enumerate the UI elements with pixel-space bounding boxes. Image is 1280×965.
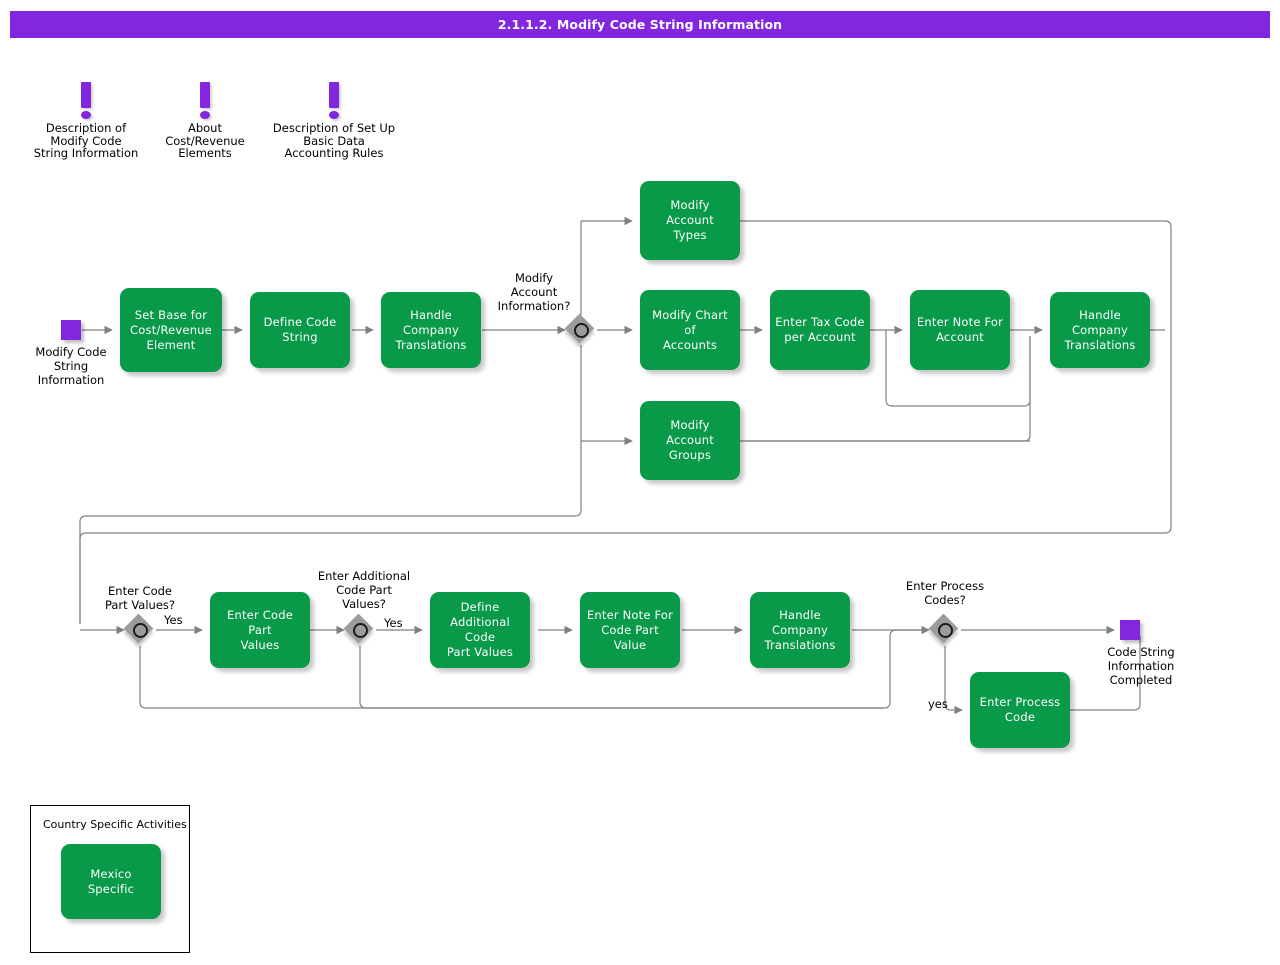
end-event[interactable] bbox=[1120, 620, 1140, 640]
task-label: Set Base for Cost/Revenue Element bbox=[130, 307, 212, 352]
task-set-base-for-cost-revenue-element[interactable]: Set Base for Cost/Revenue Element bbox=[120, 288, 222, 372]
gateway-enter-additional-code-part-values-label: Enter Additional Code Part Values? bbox=[317, 569, 411, 611]
task-define-additional-code-part-values[interactable]: Define Additional Code Part Values bbox=[430, 592, 530, 668]
task-enter-note-for-code-part-value[interactable]: Enter Note For Code Part Value bbox=[580, 592, 680, 668]
task-label: Define Additional Code Part Values bbox=[446, 600, 514, 659]
task-enter-code-part-values[interactable]: Enter Code Part Values bbox=[210, 592, 310, 668]
gateway-modify-account-information-label: Modify Account Information? bbox=[497, 271, 571, 313]
flow-accounttypes-returnloop bbox=[79, 220, 1172, 624]
flow-label-yes-code-part-values: Yes bbox=[164, 613, 183, 627]
task-label: Enter Code Part Values bbox=[227, 607, 293, 652]
task-label: Enter Note For Account bbox=[916, 315, 1004, 344]
task-label: Enter Process Code bbox=[979, 695, 1061, 724]
task-handle-company-translations-3[interactable]: Handle Company Translations bbox=[750, 592, 850, 668]
gateway-inclusive-circle-icon bbox=[574, 323, 589, 338]
task-modify-chart-of-accounts[interactable]: Modify Chart of Accounts bbox=[640, 290, 740, 370]
annotation-label: About Cost/Revenue Elements bbox=[165, 121, 245, 161]
gateway-enter-code-part-values-label: Enter Code Part Values? bbox=[104, 584, 176, 612]
flow-label-yes-additional-code-part-values: Yes bbox=[384, 616, 403, 630]
exclamation-icon bbox=[150, 78, 260, 122]
gateway-inclusive-circle-icon bbox=[353, 623, 368, 638]
gateway-inclusive-circle-icon bbox=[133, 623, 148, 638]
task-modify-account-groups[interactable]: Modify Account Groups bbox=[640, 401, 740, 480]
task-label: Handle Company Translations bbox=[395, 307, 467, 352]
annotation-label: Description of Modify Code String Inform… bbox=[33, 121, 139, 161]
end-event-label: Code String Information Completed bbox=[1107, 645, 1175, 687]
task-label: Mexico Specific bbox=[87, 866, 135, 896]
task-label: Modify Account Types bbox=[666, 198, 714, 242]
legend-country-specific-activities: Country Specific Activities Mexico Speci… bbox=[30, 805, 190, 953]
diagram-canvas: 2.1.1.2. Modify Code String Information bbox=[0, 0, 1280, 965]
task-label: Modify Chart of Accounts bbox=[652, 307, 728, 352]
gateway-enter-process-codes[interactable] bbox=[928, 613, 960, 645]
task-label: Enter Tax Code per Account bbox=[775, 315, 865, 344]
exclamation-icon bbox=[20, 78, 152, 122]
task-enter-process-code[interactable]: Enter Process Code bbox=[970, 672, 1070, 748]
gateway-enter-process-codes-label: Enter Process Codes? bbox=[905, 579, 985, 607]
task-handle-company-translations-1[interactable]: Handle Company Translations bbox=[381, 292, 481, 368]
task-label: Enter Note For Code Part Value bbox=[586, 607, 674, 652]
task-define-code-string[interactable]: Define Code String bbox=[250, 292, 350, 368]
gateway-inclusive-circle-icon bbox=[938, 623, 953, 638]
page-title: 2.1.1.2. Modify Code String Information bbox=[497, 17, 783, 32]
task-handle-company-translations-2[interactable]: Handle Company Translations bbox=[1050, 292, 1150, 368]
flow-label-yes-process-codes: yes bbox=[928, 697, 948, 711]
page-title-bar: 2.1.1.2. Modify Code String Information bbox=[10, 11, 1270, 38]
task-enter-note-for-account[interactable]: Enter Note For Account bbox=[910, 290, 1010, 370]
legend-title: Country Specific Activities bbox=[43, 818, 187, 831]
task-label: Define Code String bbox=[263, 315, 337, 344]
gateway-modify-account-information[interactable] bbox=[564, 313, 596, 345]
legend-item-mexico-specific[interactable]: Mexico Specific bbox=[61, 844, 161, 919]
task-label: Handle Company Translations bbox=[764, 607, 836, 652]
task-modify-account-types[interactable]: Modify Account Types bbox=[640, 181, 740, 260]
task-label: Handle Company Translations bbox=[1064, 307, 1136, 352]
annotation-about-cost-revenue-elements: About Cost/Revenue Elements bbox=[150, 78, 260, 160]
task-enter-tax-code-per-account[interactable]: Enter Tax Code per Account bbox=[770, 290, 870, 370]
exclamation-icon bbox=[260, 78, 408, 122]
gateway-enter-additional-code-part-values[interactable] bbox=[343, 613, 375, 645]
task-label: Modify Account Groups bbox=[666, 418, 714, 462]
annotation-label: Description of Set Up Basic Data Account… bbox=[272, 121, 396, 161]
annotation-description-setup-basic-data: Description of Set Up Basic Data Account… bbox=[260, 78, 408, 160]
start-event[interactable] bbox=[61, 320, 81, 340]
gateway-enter-code-part-values[interactable] bbox=[123, 613, 155, 645]
annotation-description-modify-code-string: Description of Modify Code String Inform… bbox=[20, 78, 152, 160]
start-event-label: Modify Code String Information bbox=[35, 345, 107, 387]
